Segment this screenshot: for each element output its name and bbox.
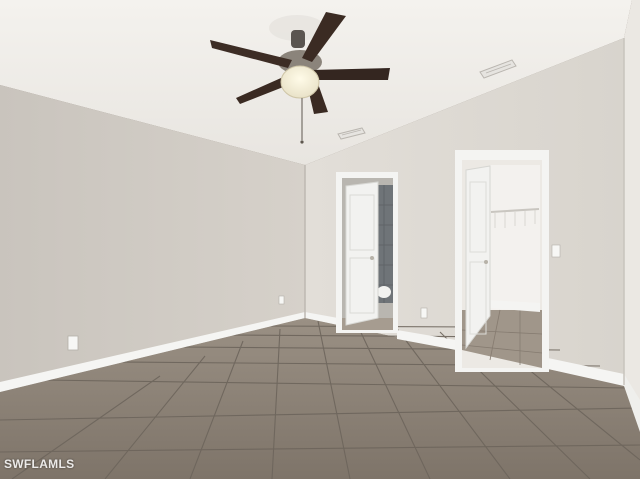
bathroom-doorway [336,172,398,333]
closet-doorway [455,150,549,372]
light-switch[interactable] [551,244,561,258]
door-knob[interactable] [370,256,374,260]
mls-watermark: SWFLAMLS [4,457,75,471]
closet-door-knob[interactable] [484,260,488,264]
room-photo: SWFLAMLS [0,0,640,479]
bathroom-door[interactable] [345,181,379,326]
fan-light-bowl [280,65,320,99]
fan-blade-right [312,68,390,80]
toilet [377,286,391,298]
right-side-wall [624,0,640,430]
right-wall-outlet [420,307,428,319]
room-illustration [0,0,640,479]
left-wall-outlet [67,335,79,351]
corner-outlet [278,295,285,305]
